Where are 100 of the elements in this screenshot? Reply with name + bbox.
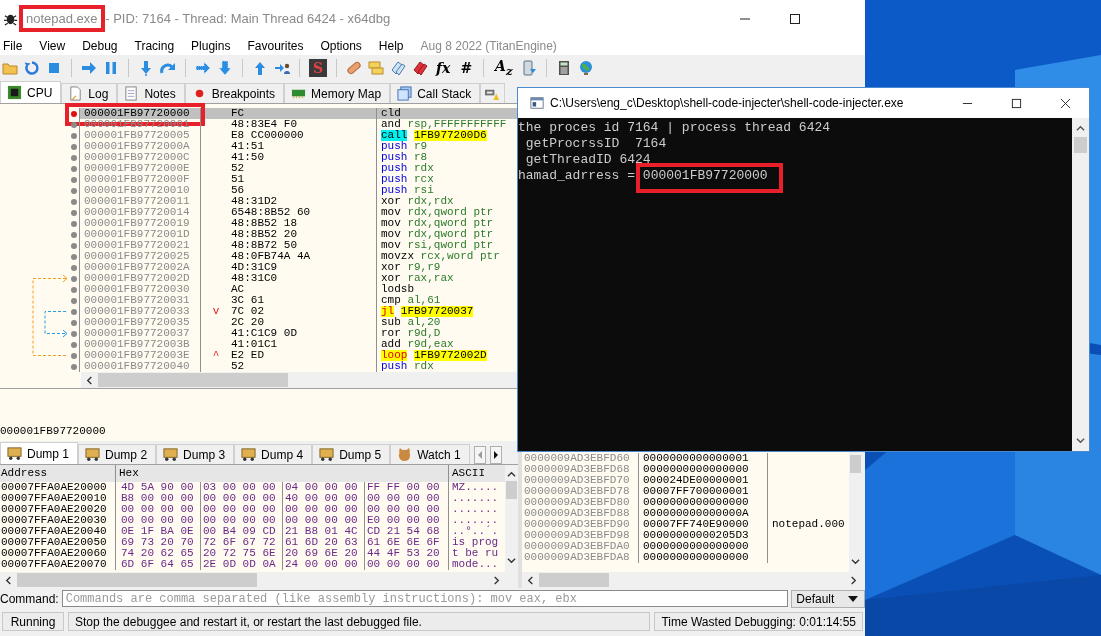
- chevron-left-icon[interactable]: [85, 375, 94, 385]
- chevron-up-icon[interactable]: [1076, 124, 1085, 133]
- row-dot[interactable]: [70, 143, 77, 150]
- row-dot[interactable]: [70, 330, 77, 337]
- tab[interactable]: Dump 3: [156, 444, 235, 464]
- hex-bytes: 61 6D 20 63: [283, 537, 365, 548]
- pause-icon[interactable]: [103, 60, 119, 76]
- scroll-thumb[interactable]: [17, 573, 257, 587]
- mnemonic: push: [381, 152, 408, 163]
- tab[interactable]: Notes: [117, 83, 185, 103]
- menu-item[interactable]: View: [39, 39, 66, 53]
- menu-item[interactable]: Favourites: [247, 39, 304, 53]
- globe-icon[interactable]: [577, 60, 594, 76]
- row-dot[interactable]: [70, 132, 77, 139]
- row-dot[interactable]: [70, 297, 77, 304]
- row-dot[interactable]: [70, 198, 77, 205]
- speech-bubble-icon[interactable]: [368, 60, 384, 76]
- dotted-arrow-icon[interactable]: [195, 60, 211, 76]
- tab-scroll-right-button[interactable]: [489, 446, 502, 464]
- circular-arrow-icon[interactable]: [24, 60, 40, 76]
- toolbar-button[interactable]: A$_{z}$: [493, 56, 515, 80]
- tab[interactable]: Dump 5: [312, 444, 391, 464]
- up-arrow-icon[interactable]: [252, 60, 268, 76]
- horizontal-scrollbar[interactable]: [0, 572, 505, 588]
- device-icon[interactable]: [520, 60, 537, 76]
- tab[interactable]: Memory Map: [284, 83, 391, 103]
- down-arrow-icon[interactable]: [138, 60, 154, 76]
- tab[interactable]: Dump 2: [78, 444, 157, 464]
- row-dot[interactable]: [70, 308, 77, 315]
- bookmark-icon[interactable]: [412, 60, 428, 76]
- row-dot[interactable]: [70, 209, 77, 216]
- mode-dropdown[interactable]: Default: [791, 589, 865, 608]
- bytes-cell: 56: [231, 185, 245, 196]
- row-dot[interactable]: [70, 319, 77, 326]
- menu-item[interactable]: Debug: [82, 39, 118, 53]
- tab[interactable]: Log: [61, 83, 118, 103]
- tab[interactable]: Breakpoints: [184, 83, 285, 103]
- bandage-icon[interactable]: [346, 60, 362, 76]
- chevron-down-icon[interactable]: [1076, 436, 1085, 445]
- menu-item[interactable]: Options: [320, 39, 362, 53]
- column-header: Address: [0, 465, 116, 482]
- chevron-right-icon[interactable]: [492, 575, 501, 585]
- row-dot[interactable]: [70, 165, 77, 172]
- row-dot[interactable]: [70, 231, 77, 238]
- right-arrow-icon[interactable]: [81, 60, 97, 76]
- row-dot[interactable]: [70, 187, 77, 194]
- toolbar-button[interactable]: #: [458, 59, 475, 77]
- cart-icon: [85, 447, 101, 462]
- row-dot[interactable]: [70, 242, 77, 249]
- menu-item[interactable]: Plugins: [191, 39, 231, 53]
- tag-icon[interactable]: [390, 60, 406, 76]
- tab[interactable]: Watch 1: [390, 444, 470, 464]
- row-dot[interactable]: [70, 363, 77, 370]
- tab[interactable]: [480, 83, 506, 103]
- chevron-down-icon[interactable]: [507, 556, 516, 565]
- vertical-scrollbar[interactable]: [1072, 118, 1089, 451]
- row-dot[interactable]: [70, 286, 77, 293]
- breakpoint-dot[interactable]: [70, 110, 77, 117]
- row-dot[interactable]: [70, 352, 77, 359]
- menu-item[interactable]: File: [3, 39, 23, 53]
- toolbar-button[interactable]: fx: [434, 59, 453, 77]
- menu-item[interactable]: Help: [378, 39, 404, 53]
- chevron-left-icon[interactable]: [4, 575, 13, 585]
- address-cell: 000001FB97720014: [80, 207, 201, 218]
- tab[interactable]: Dump 4: [234, 444, 313, 464]
- row-dot[interactable]: [70, 264, 77, 271]
- row-dot[interactable]: [70, 341, 77, 348]
- tab[interactable]: CPU: [0, 81, 62, 103]
- bytes-cell: 41:01C1: [231, 339, 278, 350]
- operand: al,20: [407, 317, 441, 328]
- scroll-thumb[interactable]: [1074, 137, 1087, 153]
- scroll-thumb[interactable]: [850, 455, 861, 473]
- menu-item[interactable]: Tracing: [134, 39, 175, 53]
- hex-bytes: 2E 0D 0D 0A: [201, 559, 283, 570]
- row-dot[interactable]: [70, 154, 77, 161]
- scroll-thumb[interactable]: [539, 573, 609, 587]
- command-field[interactable]: Commands are comma separated (like assembly instructions): mov eax, ebx: [61, 590, 789, 607]
- stop-icon[interactable]: [46, 60, 62, 76]
- close-icon[interactable]: [1060, 97, 1071, 109]
- tab[interactable]: Dump 1: [0, 442, 79, 464]
- mnemonic: push: [381, 163, 408, 174]
- column-header: Hex: [116, 465, 449, 482]
- tab[interactable]: Call Stack: [390, 83, 481, 103]
- vertical-scrollbar[interactable]: [849, 450, 862, 572]
- dotted-down-arrow-icon[interactable]: [217, 60, 233, 76]
- chevron-up-icon[interactable]: [507, 470, 516, 479]
- horizontal-scrollbar[interactable]: [81, 372, 517, 388]
- chevron-left-icon[interactable]: [526, 575, 535, 585]
- row-dot[interactable]: [70, 176, 77, 183]
- chevron-right-icon[interactable]: [849, 575, 858, 585]
- folder-icon[interactable]: [2, 60, 18, 76]
- scroll-thumb[interactable]: [506, 481, 517, 499]
- row-dot[interactable]: [70, 275, 77, 282]
- row-dot[interactable]: [70, 220, 77, 227]
- chevron-down-icon[interactable]: [851, 557, 860, 566]
- scroll-thumb[interactable]: [98, 373, 288, 387]
- maximize-icon[interactable]: [1011, 97, 1022, 109]
- row-dot[interactable]: [70, 253, 77, 260]
- row-dot[interactable]: [70, 121, 77, 128]
- maximize-icon[interactable]: [789, 12, 801, 25]
